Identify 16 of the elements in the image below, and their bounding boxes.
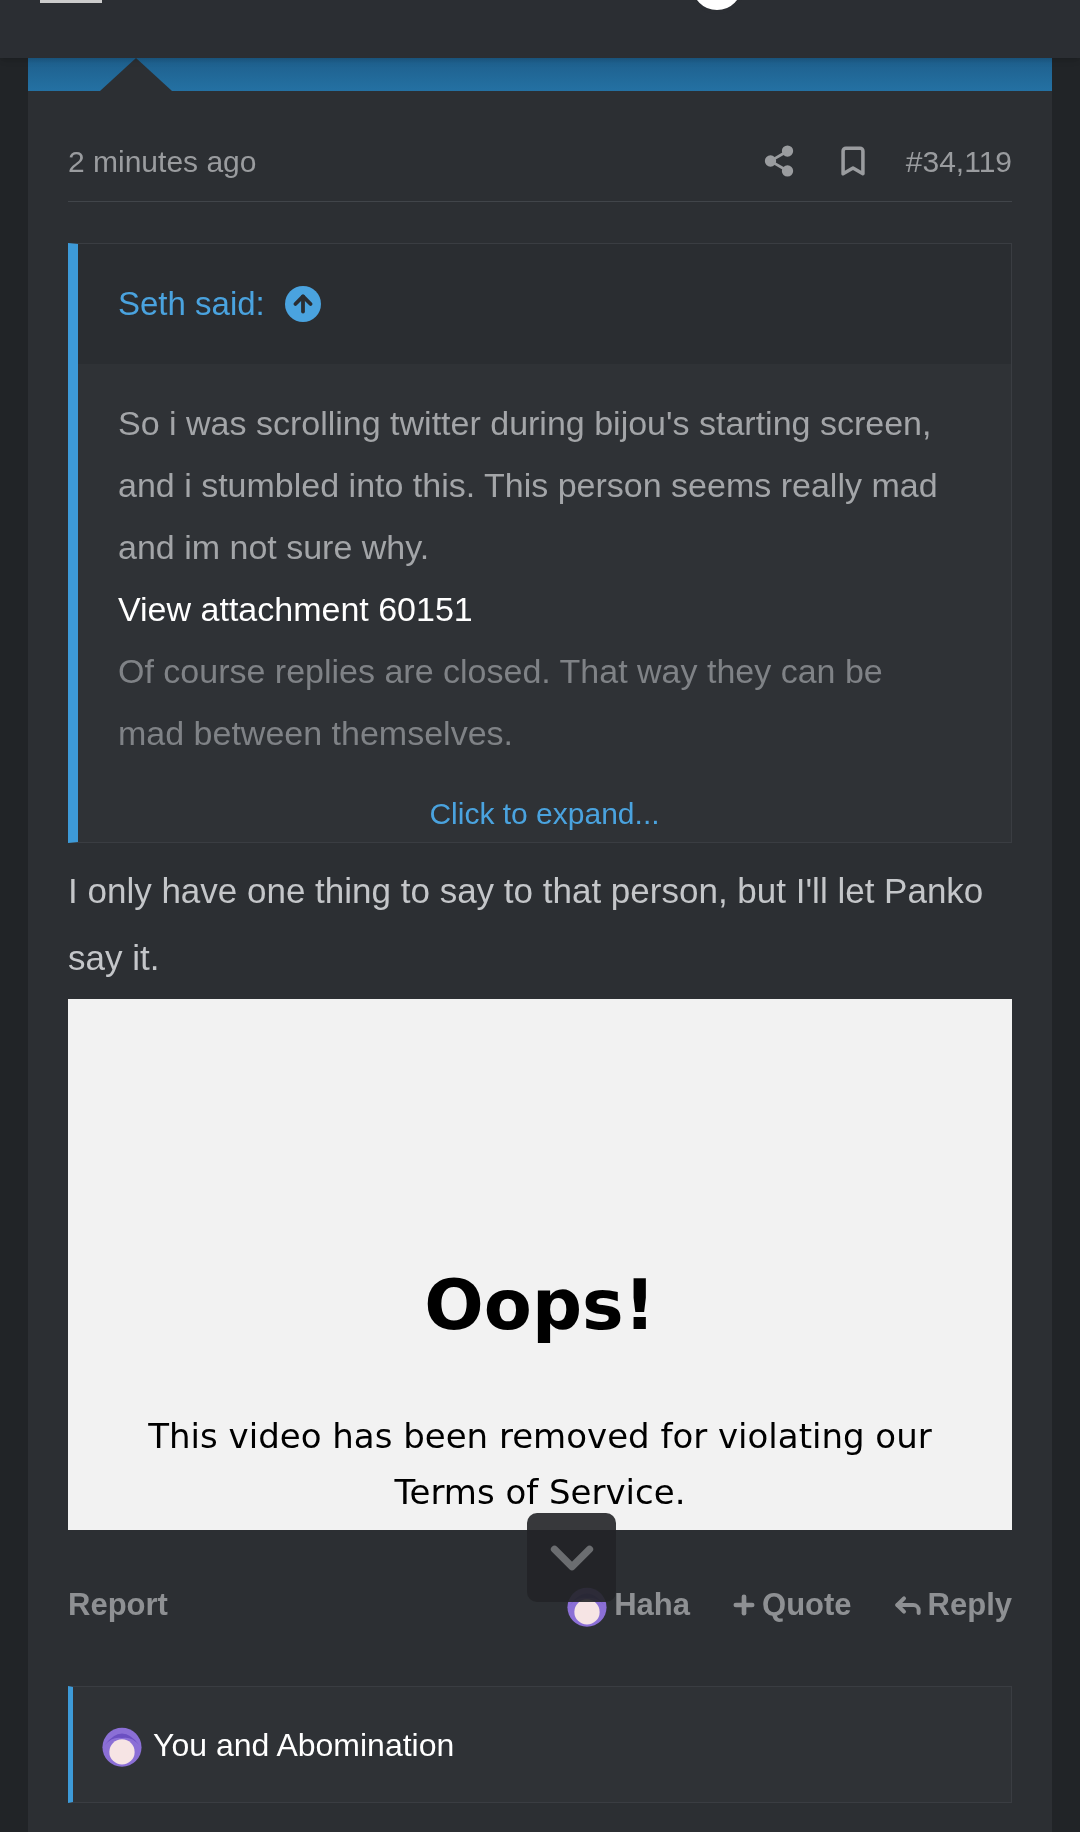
quote-author[interactable]: Seth said: — [118, 279, 265, 329]
jump-up-icon[interactable] — [284, 286, 321, 322]
attachment-link[interactable]: View attachment 60151 — [118, 578, 473, 640]
quote-text: Of course replies are closed. That way they can be mad between themselves. — [118, 651, 884, 754]
embed-message: This video has been removed for violating our Terms of Service. — [147, 1415, 933, 1514]
reply-button[interactable]: Reply — [891, 1581, 1012, 1629]
reactions-text[interactable]: You and Abomination — [153, 1720, 455, 1769]
reactions-bar[interactable]: You and Abomination — [68, 1686, 1012, 1803]
embed-title: Oops! — [424, 1263, 656, 1348]
quote-text: So i was scrolling twitter during bijou's starting screen, and i stumbled into this. This person seems really mad and im not sure why. — [118, 403, 939, 568]
post-time[interactable]: 2 minutes ago — [68, 138, 257, 184]
report-button[interactable]: Report — [68, 1581, 168, 1629]
post-number[interactable]: #34,119 — [905, 138, 1012, 184]
scroll-down-button[interactable] — [527, 1513, 616, 1602]
quote-button[interactable]: Quote — [730, 1581, 852, 1629]
post-text: I only have one thing to say to that person, but I'll let Panko say it. — [68, 870, 985, 979]
